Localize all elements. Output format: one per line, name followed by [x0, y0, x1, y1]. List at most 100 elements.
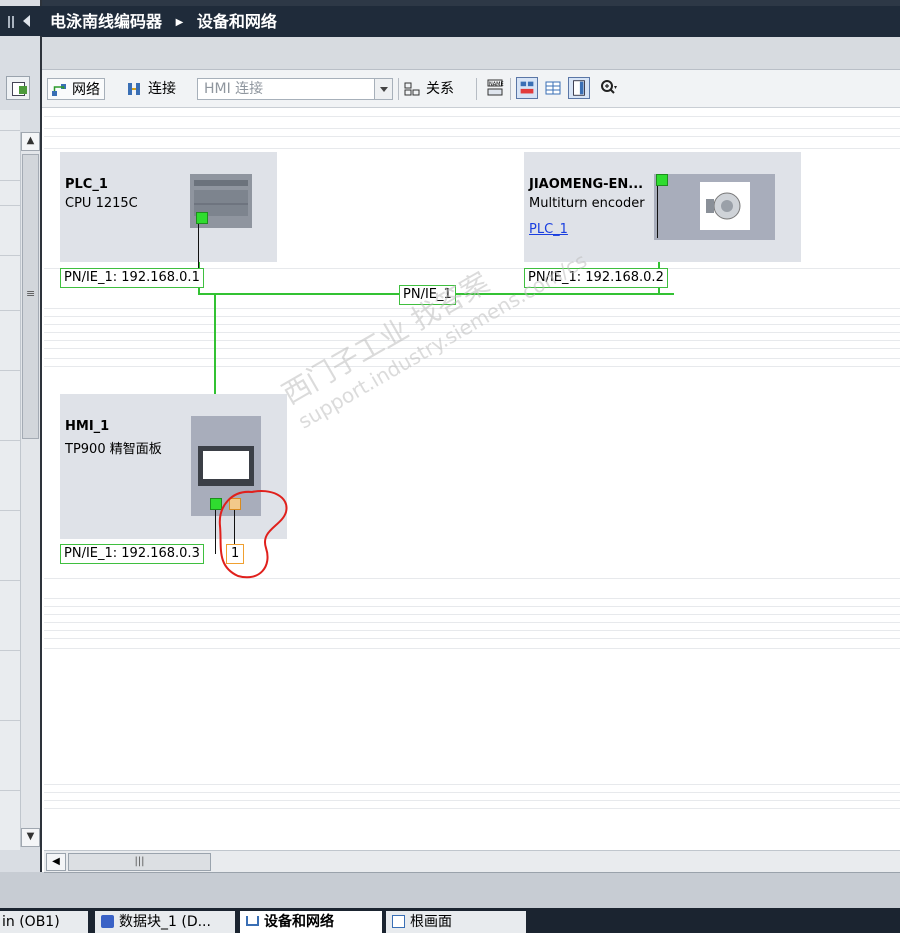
grid-line [44, 630, 900, 631]
scroll-thumb[interactable] [22, 154, 39, 439]
scroll-down-icon[interactable]: ▼ [21, 828, 40, 847]
grid-line [44, 606, 900, 607]
list-divider [0, 440, 20, 441]
toolbar-divider [510, 78, 511, 100]
connect-button[interactable]: 连接 [124, 78, 176, 100]
list-divider [0, 205, 20, 206]
grid-line [44, 578, 900, 579]
project-tree-header [0, 6, 42, 36]
view-tabs-bar [42, 37, 900, 70]
svg-text:NAME: NAME [489, 82, 504, 88]
project-tree-list [0, 110, 20, 850]
connect-label: 连接 [148, 81, 176, 97]
hmi-panel-icon [198, 446, 254, 486]
list-divider [0, 180, 20, 181]
list-divider [0, 650, 20, 651]
connect-icon [128, 83, 140, 95]
task-label: 设备和网络 [264, 914, 334, 930]
task-label: in (OB1) [2, 914, 60, 930]
grid-line [44, 638, 900, 639]
grid-line [44, 622, 900, 623]
hmi-interface-label[interactable]: PN/IE_1: 192.168.0.3 [60, 544, 204, 564]
encoder-icon [700, 182, 750, 230]
project-name: 电泳南线编码器 [50, 12, 163, 31]
plc-device[interactable]: PLC_1 CPU 1215C [60, 152, 277, 270]
network-icon [246, 916, 259, 926]
relations-button[interactable]: 关系 [402, 78, 454, 100]
network-label: 网络 [72, 82, 100, 98]
grid-line [44, 148, 900, 149]
task-devices-networks[interactable]: 设备和网络 [240, 911, 382, 933]
hmi-name: HMI_1 [65, 419, 110, 434]
grid-line [44, 784, 900, 785]
plc-name: PLC_1 [65, 177, 108, 192]
red-annotation-circle [218, 490, 288, 579]
device-name-icon[interactable]: NAME [484, 77, 506, 99]
plc-profinet-port[interactable] [196, 212, 208, 224]
connection-type-select[interactable]: HMI 连接 [197, 78, 393, 100]
grid-line [44, 348, 900, 349]
collapse-left-icon[interactable] [23, 15, 30, 27]
list-divider [0, 510, 20, 511]
grid-line [44, 648, 900, 649]
toolbar-divider [398, 78, 399, 100]
bottom-left-filler [0, 872, 44, 908]
list-divider [0, 310, 20, 311]
task-label: 根画面 [410, 914, 452, 930]
hmi-type: TP900 精智面板 [65, 442, 162, 457]
list-divider [0, 790, 20, 791]
editor-taskbar: in (OB1) 数据块_1 (D... 设备和网络 根画面 [0, 908, 900, 933]
grid-line [44, 128, 900, 129]
show-addresses-icon[interactable] [516, 77, 538, 99]
task-label: 数据块_1 (D... [119, 914, 211, 930]
plc-port-wire [198, 224, 199, 270]
grip-icon[interactable] [8, 16, 14, 28]
scroll-up-icon[interactable]: ▲ [21, 132, 40, 151]
relations-icon [404, 82, 420, 96]
network-canvas[interactable]: PLC_1 CPU 1215C JIAOMENG-EN... Multiturn… [44, 108, 900, 850]
toolbar-divider [476, 78, 477, 100]
project-tree-scrollbar[interactable]: ▲ ▼ [20, 132, 40, 847]
plc-type: CPU 1215C [65, 196, 138, 211]
encoder-port-wire [657, 186, 658, 238]
list-divider [0, 720, 20, 721]
screen-icon [392, 914, 405, 928]
grid-view-icon[interactable] [542, 77, 564, 99]
zoom-icon[interactable] [598, 77, 620, 99]
list-divider [0, 580, 20, 581]
breadcrumb-arrow-icon: ▶ [175, 17, 184, 28]
grid-line [44, 358, 900, 359]
scroll-left-icon[interactable]: ◀ [46, 853, 66, 871]
network-icon [52, 84, 66, 96]
network-toolbar: 网络 连接 HMI 连接 关系 NAME [42, 70, 900, 108]
list-divider [0, 370, 20, 371]
project-tree-panel: ▲ ▼ [0, 0, 42, 908]
relations-label: 关系 [426, 81, 454, 97]
grid-line [44, 800, 900, 801]
task-main-ob1[interactable]: in (OB1) [0, 911, 88, 933]
inspector-collapsed-area [44, 872, 900, 908]
encoder-profinet-port[interactable] [656, 174, 668, 186]
grid-line [44, 808, 900, 809]
grid-line [44, 116, 900, 117]
canvas-horizontal-scrollbar[interactable]: ◀ ||| [44, 850, 900, 872]
editor-title-bar: 电泳南线编码器 ▶ 设备和网络 [42, 6, 900, 37]
grid-line [44, 340, 900, 341]
horizontal-scroll-thumb[interactable]: ||| [68, 853, 211, 871]
list-divider [0, 130, 20, 131]
encoder-type: Multiturn encoder [529, 196, 645, 211]
connection-type-value: HMI 连接 [204, 81, 264, 97]
task-data-block[interactable]: 数据块_1 (D... [95, 911, 235, 933]
encoder-name: JIAOMENG-EN... [529, 177, 644, 192]
grid-line [44, 614, 900, 615]
add-device-button[interactable] [6, 76, 30, 100]
database-icon [101, 914, 114, 928]
page-title: 设备和网络 [196, 12, 277, 31]
grid-line [44, 792, 900, 793]
chevron-down-icon[interactable] [374, 79, 392, 99]
task-root-screen[interactable]: 根画面 [386, 911, 526, 933]
grid-line [44, 598, 900, 599]
panel-view-icon[interactable] [568, 77, 590, 99]
plc-interface-label[interactable]: PN/IE_1: 192.168.0.1 [60, 268, 204, 288]
network-view-button[interactable]: 网络 [47, 78, 105, 100]
